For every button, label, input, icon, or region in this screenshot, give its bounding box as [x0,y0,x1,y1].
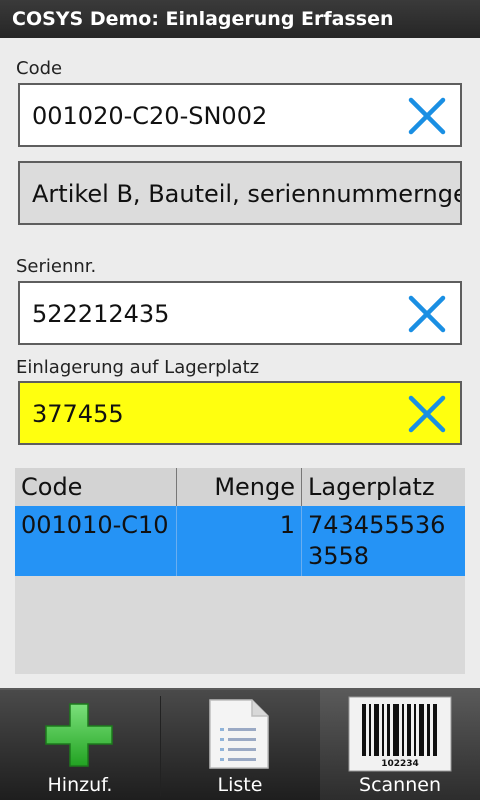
article-description-value: Artikel B, Bauteil, seriennummerngeführt [32,180,462,208]
column-header-menge[interactable]: Menge [177,468,302,506]
plus-icon [45,703,113,767]
row-lagerplatz: 7434555363558 [308,511,446,570]
code-label: Code [16,58,63,79]
location-label: Einlagerung auf Lagerplatz [16,357,260,378]
column-header-lagerplatz[interactable]: Lagerplatz [302,468,465,506]
row-menge: 1 [177,506,302,576]
list-button-label: Liste [217,774,263,796]
serial-value: 522212435 [32,300,170,328]
table-header: Code Menge Lagerplatz [15,468,465,506]
document-list-icon [209,699,269,769]
barcode-number: 102234 [381,759,419,769]
location-value: 377455 [32,400,124,428]
list-button[interactable]: Liste [160,690,320,800]
barcode-icon: 102234 [348,696,452,772]
column-header-code[interactable]: Code [15,468,177,506]
serial-label: Seriennr. [16,256,97,277]
app-title: COSYS Demo: Einlagerung Erfassen [0,0,480,38]
entries-table: Code Menge Lagerplatz 001010-C10 1 74345… [15,468,465,674]
bottom-toolbar: Hinzuf. Liste 102234 Scannen [0,688,480,800]
row-code: 001010-C10 [15,506,177,576]
clear-serial-icon[interactable] [406,293,448,335]
code-value: 001020-C20-SN002 [32,102,268,130]
add-button-label: Hinzuf. [47,774,113,796]
clear-code-icon[interactable] [406,95,448,137]
table-row[interactable]: 001010-C10 1 7434555363558 [15,506,465,576]
article-description-field: Artikel B, Bauteil, seriennummerngeführt [18,161,462,225]
code-field[interactable]: 001020-C20-SN002 [18,83,462,147]
location-field[interactable]: 377455 [18,381,462,445]
serial-field[interactable]: 522212435 [18,281,462,345]
add-button[interactable]: Hinzuf. [0,690,160,800]
clear-location-icon[interactable] [406,393,448,435]
scan-button[interactable]: 102234 Scannen [320,690,480,800]
scan-button-label: Scannen [359,774,441,796]
